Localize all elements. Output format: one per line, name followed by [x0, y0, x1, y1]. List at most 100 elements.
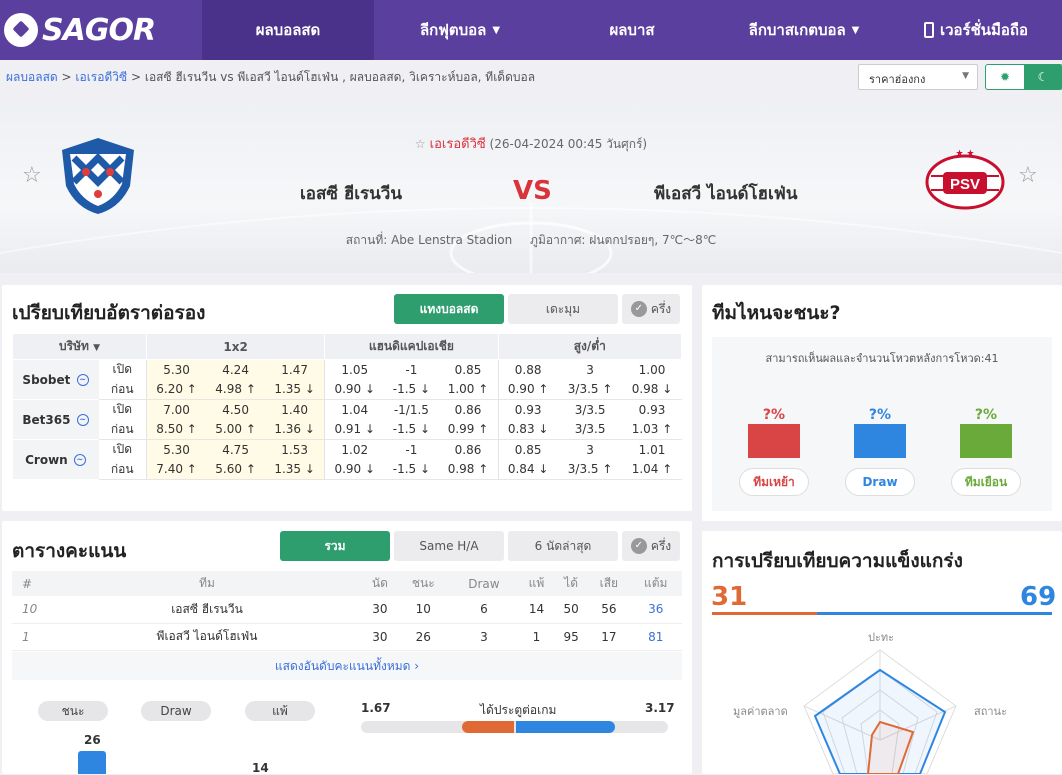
odds-cell[interactable]: 0.99 ↑ — [438, 419, 499, 440]
odds-cell[interactable]: 1.36 ↓ — [265, 419, 326, 440]
odds-cell[interactable]: 0.91 ↓ — [324, 419, 385, 440]
home-team-name[interactable]: เอสซี ฮีเรนวีน — [300, 180, 402, 207]
bookmaker-bet365[interactable]: Bet365 ~ — [12, 399, 99, 440]
favorite-home-star-icon[interactable]: ☆ — [22, 163, 42, 188]
vote-draw-button[interactable]: Draw — [845, 468, 915, 496]
odds-cell[interactable]: 3/3.5 ↑ — [557, 379, 623, 400]
odds-cell[interactable]: 1.40 — [265, 399, 326, 420]
odds-cell[interactable]: 0.85 — [438, 359, 499, 380]
favorite-away-star-icon[interactable]: ☆ — [1018, 163, 1038, 188]
odds-cell[interactable]: 5.30 — [146, 359, 207, 380]
odds-cell[interactable]: 1.00 — [623, 360, 682, 380]
site-logo[interactable]: SAGOR — [0, 0, 202, 60]
away-team-name[interactable]: พีเอสวี ไอนด์โฮเฟ่น — [654, 180, 797, 207]
odds-cell[interactable]: 0.90 ↑ — [498, 379, 558, 400]
odds-cell[interactable]: 1.04 — [325, 400, 385, 420]
corners-button[interactable]: เดะมุม — [508, 294, 618, 324]
odds-cell[interactable]: 1.03 ↑ — [622, 419, 682, 440]
odds-cell[interactable]: 4.24 — [206, 359, 266, 380]
favorite-league-star-icon[interactable]: ☆ — [415, 137, 426, 151]
odds-cell[interactable]: 0.93 — [623, 400, 682, 420]
odds-cell[interactable]: 0.98 ↓ — [622, 379, 682, 400]
trend-chart-icon[interactable]: ~ — [73, 454, 86, 466]
nav-football-leagues[interactable]: ลีกฟุตบอล ▼ — [374, 0, 546, 60]
odds-cell[interactable]: 0.88 — [498, 360, 558, 380]
odds-type-select[interactable]: ราคาฮ่องกง ▼ — [858, 64, 978, 90]
odds-cell[interactable]: -1.5 ↓ — [384, 459, 439, 480]
tab-last-6[interactable]: 6 นัดล่าสุด — [508, 531, 618, 561]
odds-cell[interactable]: -1 — [384, 360, 438, 380]
company-header[interactable]: บริษัท ▼ — [12, 333, 147, 360]
win-pill[interactable]: ชนะ — [38, 701, 108, 721]
odds-cell[interactable]: 7.40 ↑ — [146, 459, 207, 480]
odds-cell[interactable]: 3 — [558, 440, 623, 460]
odds-cell[interactable]: 3/3.5 — [558, 400, 623, 420]
loss-pill[interactable]: แพ้ — [245, 701, 315, 721]
show-all-standings-link[interactable]: แสดงอันดับคะแนนทั้งหมด › — [12, 652, 682, 680]
nav-basketball-leagues[interactable]: ลีกบาสเกตบอล ▼ — [718, 0, 890, 60]
half-toggle[interactable]: ✓ ครึ่ง — [622, 294, 680, 324]
odds-cell[interactable]: 3/3.5 — [557, 419, 623, 440]
cell: 6 — [448, 596, 519, 624]
league-link[interactable]: เอเรอดีวิซี — [430, 137, 486, 152]
odds-cell[interactable]: 5.00 ↑ — [206, 419, 266, 440]
vote-home-button[interactable]: ทีมเหย้า — [739, 468, 809, 496]
odds-cell[interactable]: 0.85 — [498, 440, 558, 460]
odds-cell[interactable]: 1.02 — [325, 440, 385, 460]
odds-cell[interactable]: 4.50 — [206, 399, 266, 420]
odds-cell[interactable]: 7.00 — [146, 399, 207, 420]
odds-cell[interactable]: 1.00 ↑ — [438, 379, 499, 400]
breadcrumb-league[interactable]: เอเรอดีวิซี — [75, 70, 127, 84]
odds-cell[interactable]: -1/1.5 — [384, 400, 438, 420]
odds-cell[interactable]: 4.98 ↑ — [206, 379, 266, 400]
col-goals-against: เสีย — [588, 571, 630, 596]
breadcrumb-home[interactable]: ผลบอลสด — [6, 70, 58, 84]
odds-cell[interactable]: -1 — [384, 440, 438, 460]
odds-cell[interactable]: 1.47 — [265, 359, 326, 380]
odds-cell[interactable]: 0.90 ↓ — [324, 459, 385, 480]
odds-cell[interactable]: 1.04 ↑ — [622, 459, 682, 480]
odds-cell[interactable]: 4.75 — [206, 439, 266, 460]
bookmaker-sbobet[interactable]: Sbobet ~ — [12, 359, 99, 400]
odds-cell[interactable]: 5.30 — [146, 439, 207, 460]
rank: 1 — [12, 623, 52, 651]
theme-toggle[interactable]: ✹ ☾ — [985, 64, 1062, 90]
odds-cell[interactable]: 0.98 ↑ — [438, 459, 499, 480]
live-bet-button[interactable]: แทงบอลสด — [394, 294, 504, 324]
odds-cell[interactable]: 0.93 — [498, 400, 558, 420]
nav-live-scores[interactable]: ผลบอลสด — [202, 0, 374, 60]
odds-cell[interactable]: 0.86 — [438, 399, 499, 420]
odds-cell[interactable]: 1.01 — [623, 440, 682, 460]
odds-cell[interactable]: 0.86 — [438, 439, 499, 460]
nav-basketball-scores[interactable]: ผลบาส — [546, 0, 718, 60]
odds-cell[interactable]: 1.05 — [325, 360, 385, 380]
vote-away-button[interactable]: ทีมเยือน — [951, 468, 1021, 496]
tab-overall[interactable]: รวม — [280, 531, 390, 561]
tab-same-home-away[interactable]: Same H/A — [394, 531, 504, 561]
goals-away-value: 3.17 — [645, 701, 675, 715]
half-toggle[interactable]: ✓ ครึ่ง — [622, 531, 680, 561]
odds-cell[interactable]: 3 — [558, 360, 623, 380]
odds-cell[interactable]: 3/3.5 ↑ — [557, 459, 623, 480]
odds-cell[interactable]: 5.60 ↑ — [206, 459, 266, 480]
moon-icon[interactable]: ☾ — [1024, 65, 1062, 89]
table-row[interactable]: 1 พีเอสวี ไอนด์โฮเฟ่น 30 26 3 1 95 17 81 — [12, 623, 682, 651]
odds-cell[interactable]: 0.84 ↓ — [498, 459, 558, 480]
trend-chart-icon[interactable]: ~ — [76, 414, 89, 426]
row-label: เปิด — [98, 439, 147, 460]
odds-cell[interactable]: 1.53 — [265, 439, 326, 460]
odds-cell[interactable]: 0.83 ↓ — [498, 419, 558, 440]
odds-cell[interactable]: 1.35 ↓ — [265, 459, 326, 480]
trend-chart-icon[interactable]: ~ — [76, 374, 89, 386]
odds-cell[interactable]: 0.90 ↓ — [324, 379, 385, 400]
odds-cell[interactable]: 8.50 ↑ — [146, 419, 207, 440]
odds-cell[interactable]: -1.5 ↓ — [384, 379, 439, 400]
draw-pill[interactable]: Draw — [141, 701, 211, 721]
bookmaker-crown[interactable]: Crown ~ — [12, 439, 99, 480]
nav-mobile-version[interactable]: เวอร์ชั่นมือถือ — [890, 0, 1062, 60]
odds-cell[interactable]: 1.35 ↓ — [265, 379, 326, 400]
table-row[interactable]: 10 เอสซี ฮีเรนวีน 30 10 6 14 50 56 36 — [12, 596, 682, 624]
sun-icon[interactable]: ✹ — [986, 65, 1024, 89]
odds-cell[interactable]: -1.5 ↓ — [384, 419, 439, 440]
odds-cell[interactable]: 6.20 ↑ — [146, 379, 207, 400]
